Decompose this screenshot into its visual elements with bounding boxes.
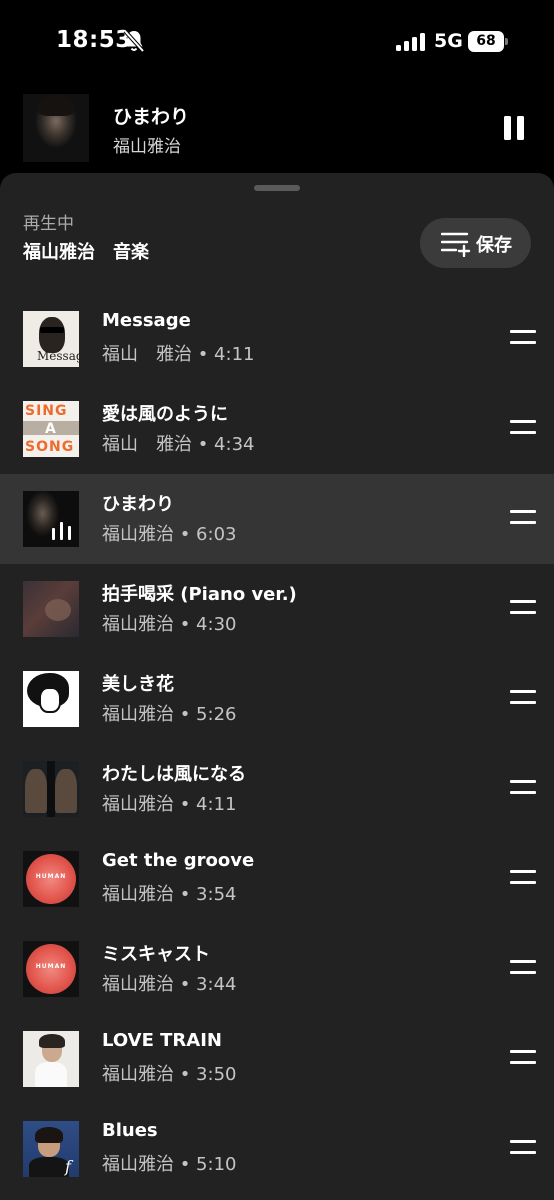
queue-item[interactable]: 美しき花 福山雅治 • 5:26 [0, 654, 554, 744]
queue-item[interactable]: LOVE TRAIN 福山雅治 • 3:50 [0, 1014, 554, 1104]
drag-handle-icon[interactable] [510, 328, 536, 346]
cellular-signal-icon [396, 33, 426, 51]
track-title: Message [102, 310, 191, 331]
album-art [23, 671, 79, 727]
bell-muted-icon [123, 29, 145, 53]
track-title: ひまわり [102, 494, 174, 515]
drag-handle-icon[interactable] [510, 508, 536, 526]
album-art: HUMAN [23, 851, 79, 907]
queue-item-now-playing[interactable]: ひまわり 福山雅治 • 6:03 [0, 474, 554, 564]
drag-handle-icon[interactable] [510, 688, 536, 706]
track-meta: 福山雅治 • 5:26 [102, 704, 237, 725]
track-title: 美しき花 [102, 674, 174, 695]
status-time: 18:53 [56, 27, 132, 53]
queue-sheet: 再生中 福山雅治 音楽 保存 Message Message 福山 雅治 • 4… [0, 173, 554, 1200]
now-playing-artist: 福山雅治 [113, 137, 181, 157]
now-playing-album-art [23, 94, 89, 162]
track-title: わたしは風になる [102, 764, 246, 785]
mini-player[interactable]: ひまわり 福山雅治 [0, 84, 554, 172]
track-meta: 福山雅治 • 3:50 [102, 1064, 237, 1085]
equalizer-icon [52, 522, 72, 540]
queue-item[interactable]: HUMAN ミスキャスト 福山雅治 • 3:44 [0, 924, 554, 1014]
track-title: LOVE TRAIN [102, 1030, 222, 1051]
queue-item[interactable]: 拍手喝采 (Piano ver.) 福山雅治 • 4:30 [0, 564, 554, 654]
sheet-grabber[interactable] [254, 185, 300, 191]
network-type: 5G [434, 30, 463, 52]
save-label: 保存 [476, 235, 512, 256]
battery-icon: 68 [468, 31, 508, 52]
pause-button[interactable] [500, 114, 528, 142]
drag-handle-icon[interactable] [510, 418, 536, 436]
track-title: 愛は風のように [102, 404, 228, 425]
track-meta: 福山雅治 • 6:03 [102, 524, 237, 545]
track-meta: 福山雅治 • 4:11 [102, 794, 237, 815]
queue-item[interactable]: HUMAN Get the groove 福山雅治 • 3:54 [0, 834, 554, 924]
save-queue-button[interactable]: 保存 [420, 218, 531, 268]
now-playing-label: 再生中 [23, 214, 74, 234]
queue-item[interactable]: わたしは風になる 福山雅治 • 4:11 [0, 744, 554, 834]
status-bar: 18:53 5G 68 [0, 0, 554, 84]
track-meta: 福山 雅治 • 4:11 [102, 344, 255, 365]
queue-source: 福山雅治 音楽 [23, 242, 149, 263]
track-title: 拍手喝采 (Piano ver.) [102, 584, 297, 605]
drag-handle-icon[interactable] [510, 598, 536, 616]
track-meta: 福山雅治 • 3:54 [102, 884, 237, 905]
queue-item[interactable]: SING A SONG 愛は風のように 福山 雅治 • 4:34 [0, 384, 554, 474]
battery-level: 68 [468, 31, 504, 52]
album-art [23, 761, 79, 817]
drag-handle-icon[interactable] [510, 958, 536, 976]
drag-handle-icon[interactable] [510, 778, 536, 796]
track-meta: 福山雅治 • 5:10 [102, 1154, 237, 1175]
album-art: HUMAN [23, 941, 79, 997]
album-art: f [23, 1121, 79, 1177]
album-art: SING A SONG [23, 401, 79, 457]
track-title: ミスキャスト [102, 944, 210, 965]
drag-handle-icon[interactable] [510, 1048, 536, 1066]
album-art: Message [23, 311, 79, 367]
album-art [23, 581, 79, 637]
track-title: Get the groove [102, 850, 255, 871]
drag-handle-icon[interactable] [510, 868, 536, 886]
track-title: Blues [102, 1120, 158, 1141]
track-meta: 福山雅治 • 4:30 [102, 614, 237, 635]
queue-item[interactable]: f Blues 福山雅治 • 5:10 [0, 1104, 554, 1194]
track-meta: 福山雅治 • 3:44 [102, 974, 237, 995]
queue-item[interactable]: Message Message 福山 雅治 • 4:11 [0, 294, 554, 384]
add-to-playlist-icon [441, 232, 471, 257]
track-meta: 福山 雅治 • 4:34 [102, 434, 255, 455]
now-playing-title: ひまわり [113, 106, 190, 128]
album-art [23, 1031, 79, 1087]
album-art [23, 491, 79, 547]
drag-handle-icon[interactable] [510, 1138, 536, 1156]
